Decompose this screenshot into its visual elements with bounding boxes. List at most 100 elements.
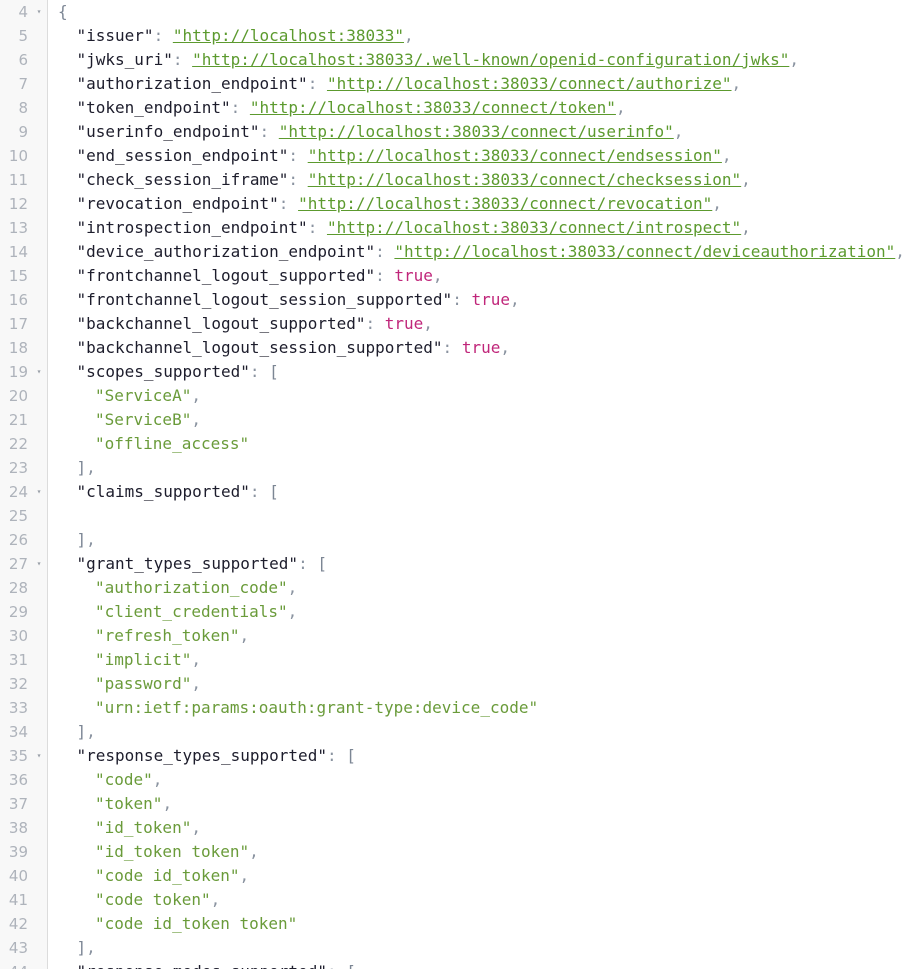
code-line: 10 "end_session_endpoint": "http://localh… xyxy=(0,144,919,168)
json-punctuation: , xyxy=(191,818,201,837)
json-punctuation: , xyxy=(191,386,201,405)
json-boolean-value: true xyxy=(471,290,510,309)
json-punctuation: : xyxy=(172,50,193,69)
code-content: "ServiceB", xyxy=(95,408,201,432)
json-punctuation: : xyxy=(442,338,462,357)
code-content: ], xyxy=(77,720,96,744)
json-string-value: "code id_token" xyxy=(95,866,240,885)
code-content: "password", xyxy=(95,672,201,696)
code-content: "id_token token", xyxy=(95,840,259,864)
json-punctuation: , xyxy=(191,674,201,693)
json-punctuation: : xyxy=(375,242,395,261)
json-string-value: "offline_access" xyxy=(95,434,250,453)
code-content: "response_types_supported": [ xyxy=(77,744,356,768)
code-content: { xyxy=(58,0,68,24)
json-punctuation: : xyxy=(153,26,173,45)
code-content: "revocation_endpoint": "http://localhost… xyxy=(77,192,722,216)
json-punctuation: : xyxy=(288,146,308,165)
json-string-value: "password" xyxy=(95,674,192,693)
json-punctuation: : xyxy=(288,170,308,189)
line-number: 29 xyxy=(8,603,28,621)
code-content: "userinfo_endpoint": "http://localhost:3… xyxy=(77,120,684,144)
chevron-down-icon[interactable]: ▾ xyxy=(33,960,45,969)
line-number: 38 xyxy=(8,819,28,837)
code-content: "ServiceA", xyxy=(95,384,201,408)
line-number: 15 xyxy=(8,267,28,285)
json-punctuation: [ xyxy=(317,554,327,573)
code-line: 29 "client_credentials", xyxy=(0,600,919,624)
json-punctuation: , xyxy=(191,410,201,429)
json-url-link[interactable]: "http://localhost:38033/connect/checkses… xyxy=(308,170,741,189)
json-url-link[interactable]: "http://localhost:38033/.well-known/open… xyxy=(192,50,789,69)
code-content: "frontchannel_logout_session_supported":… xyxy=(77,288,520,312)
code-line: 8 "token_endpoint": "http://localhost:380… xyxy=(0,96,919,120)
code-content: "end_session_endpoint": "http://localhos… xyxy=(77,144,732,168)
json-punctuation: [ xyxy=(346,962,356,969)
chevron-down-icon[interactable]: ▾ xyxy=(33,552,45,576)
code-content: "response_modes_supported": [ xyxy=(77,960,356,969)
line-number: 25 xyxy=(8,507,28,525)
json-viewer: 4 ▾ {5 "issuer": "http://localhost:38033", 6… xyxy=(0,0,919,969)
line-number: 43 xyxy=(8,939,28,957)
line-number: 9 xyxy=(18,123,28,141)
json-punctuation: : xyxy=(452,290,472,309)
line-number: 4 xyxy=(18,3,28,21)
line-number: 13 xyxy=(8,219,28,237)
line-number: 16 xyxy=(8,291,28,309)
code-content: "token_endpoint": "http://localhost:3803… xyxy=(77,96,626,120)
json-property-key: "userinfo_endpoint" xyxy=(76,122,260,141)
line-number: 26 xyxy=(8,531,28,549)
code-content: "grant_types_supported": [ xyxy=(77,552,327,576)
line-number: 19 xyxy=(8,363,28,381)
json-property-key: "device_authorization_endpoint" xyxy=(76,242,376,261)
json-string-value: "ServiceA" xyxy=(95,386,192,405)
code-line: 5 "issuer": "http://localhost:38033", xyxy=(0,24,919,48)
code-line: 9 "userinfo_endpoint": "http://localhost:… xyxy=(0,120,919,144)
code-line: 22 "offline_access" xyxy=(0,432,919,456)
json-string-value: "authorization_code" xyxy=(95,578,288,597)
json-url-link[interactable]: "http://localhost:38033/connect/endsessi… xyxy=(308,146,722,165)
json-punctuation: : xyxy=(298,554,318,573)
json-punctuation: , xyxy=(712,194,722,213)
chevron-down-icon[interactable]: ▾ xyxy=(33,360,45,384)
line-number: 30 xyxy=(8,627,28,645)
code-content: "implicit", xyxy=(95,648,201,672)
code-line: 31 "implicit", xyxy=(0,648,919,672)
line-number: 21 xyxy=(8,411,28,429)
json-punctuation: : xyxy=(259,122,279,141)
json-punctuation: , xyxy=(673,122,684,141)
json-punctuation: , xyxy=(86,458,96,477)
code-content: "code token", xyxy=(95,888,220,912)
json-url-link[interactable]: "http://localhost:38033/connect/revocati… xyxy=(298,194,712,213)
json-url-link[interactable]: "http://localhost:38033/connect/token" xyxy=(250,98,616,117)
json-property-key: "backchannel_logout_supported" xyxy=(76,314,366,333)
json-url-link[interactable]: "http://localhost:38033/connect/userinfo… xyxy=(279,122,674,141)
json-punctuation: , xyxy=(162,794,173,813)
code-content: "jwks_uri": "http://localhost:38033/.wel… xyxy=(77,48,799,72)
code-content: "client_credentials", xyxy=(95,600,297,624)
json-url-link[interactable]: "http://localhost:38033/connect/introspe… xyxy=(327,218,741,237)
json-url-link[interactable]: "http://localhost:38033/connect/authoriz… xyxy=(327,74,732,93)
json-string-value: "implicit" xyxy=(95,650,192,669)
code-content: "refresh_token", xyxy=(95,624,249,648)
json-string-value: "client_credentials" xyxy=(95,602,288,621)
line-number: 12 xyxy=(8,195,28,213)
chevron-down-icon[interactable]: ▾ xyxy=(33,480,45,504)
chevron-down-icon[interactable]: ▾ xyxy=(33,744,45,768)
json-property-key: "end_session_endpoint" xyxy=(76,146,289,165)
line-number: 24 xyxy=(8,483,28,501)
json-url-link[interactable]: "http://localhost:38033/connect/deviceau… xyxy=(394,242,895,261)
code-content: "scopes_supported": [ xyxy=(77,360,279,384)
json-url-link[interactable]: "http://localhost:38033" xyxy=(173,26,404,45)
code-line: 15 "frontchannel_logout_supported": true, xyxy=(0,264,919,288)
json-property-key: "token_endpoint" xyxy=(76,98,231,117)
chevron-down-icon[interactable]: ▾ xyxy=(33,0,45,24)
json-punctuation: , xyxy=(86,938,96,957)
code-line: 43], xyxy=(0,936,919,960)
json-punctuation: , xyxy=(239,866,250,885)
json-string-value: "code" xyxy=(95,770,153,789)
json-boolean-value: true xyxy=(394,266,433,285)
line-number: 39 xyxy=(8,843,28,861)
code-line: 6 "jwks_uri": "http://localhost:38033/.we… xyxy=(0,48,919,72)
json-punctuation: , xyxy=(210,890,221,909)
